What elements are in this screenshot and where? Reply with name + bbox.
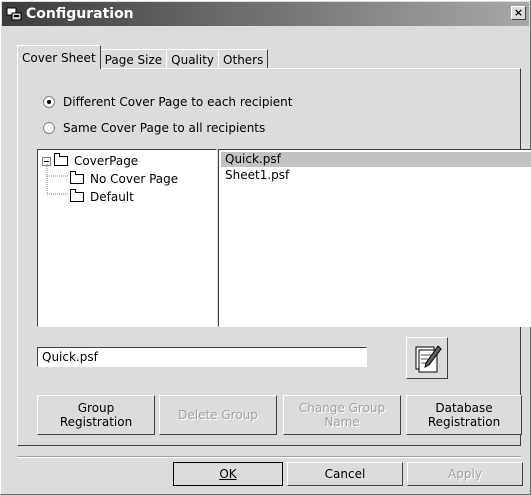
- cancel-button[interactable]: Cancel: [287, 462, 403, 486]
- configuration-window: Configuration × Cover Sheet Page Size Qu…: [0, 0, 531, 495]
- radio-different-cover[interactable]: Different Cover Page to each recipient: [43, 95, 292, 109]
- close-button[interactable]: ×: [511, 6, 526, 20]
- tab-strip: Cover Sheet Page Size Quality Others: [17, 45, 269, 69]
- separator: [17, 456, 521, 458]
- radio-label: Same Cover Page to all recipients: [63, 121, 266, 135]
- tree-node-no-cover-page[interactable]: No Cover Page: [70, 171, 179, 186]
- tab-quality[interactable]: Quality: [166, 49, 220, 69]
- change-group-name-button[interactable]: Change Group Name: [283, 395, 401, 435]
- database-registration-button[interactable]: Database Registration: [406, 395, 522, 435]
- radio-label: Different Cover Page to each recipient: [63, 95, 293, 109]
- tree-node-label: CoverPage: [74, 154, 139, 168]
- tree-node-label: Default: [90, 190, 134, 204]
- ok-label: OK: [219, 467, 237, 481]
- list-item[interactable]: Quick.psf: [221, 152, 531, 167]
- notepad-pencil-icon: [415, 345, 442, 373]
- list-item[interactable]: Sheet1.psf: [221, 168, 531, 183]
- folder-icon: [70, 171, 84, 184]
- window-title: Configuration: [26, 6, 134, 22]
- apply-button[interactable]: Apply: [407, 462, 523, 486]
- title-bar[interactable]: Configuration ×: [2, 2, 529, 26]
- ok-button[interactable]: OK: [173, 462, 283, 486]
- tree-node-label: No Cover Page: [90, 172, 179, 186]
- delete-group-button[interactable]: Delete Group: [159, 395, 277, 435]
- apply-label: Apply: [448, 467, 482, 481]
- tab-cover-sheet[interactable]: Cover Sheet: [17, 45, 101, 69]
- radio-button-checked[interactable]: [43, 96, 55, 108]
- edit-cover-button[interactable]: [406, 337, 448, 379]
- radio-button[interactable]: [43, 122, 55, 134]
- cover-page-tree[interactable]: CoverPage No Cover Page Default: [37, 149, 217, 327]
- tab-page-size[interactable]: Page Size: [99, 49, 168, 69]
- cover-file-list[interactable]: Quick.psf Sheet1.psf: [218, 149, 531, 327]
- tree-connector-lines: [46, 164, 68, 195]
- cancel-label: Cancel: [324, 467, 366, 481]
- radio-same-cover[interactable]: Same Cover Page to all recipients: [43, 121, 265, 135]
- tree-node-default[interactable]: Default: [70, 189, 134, 204]
- filename-field[interactable]: Quick.psf: [37, 347, 367, 367]
- tab-others[interactable]: Others: [218, 49, 269, 69]
- configuration-icon: [6, 6, 22, 22]
- folder-icon: [70, 189, 84, 202]
- group-registration-button[interactable]: Group Registration: [37, 395, 155, 435]
